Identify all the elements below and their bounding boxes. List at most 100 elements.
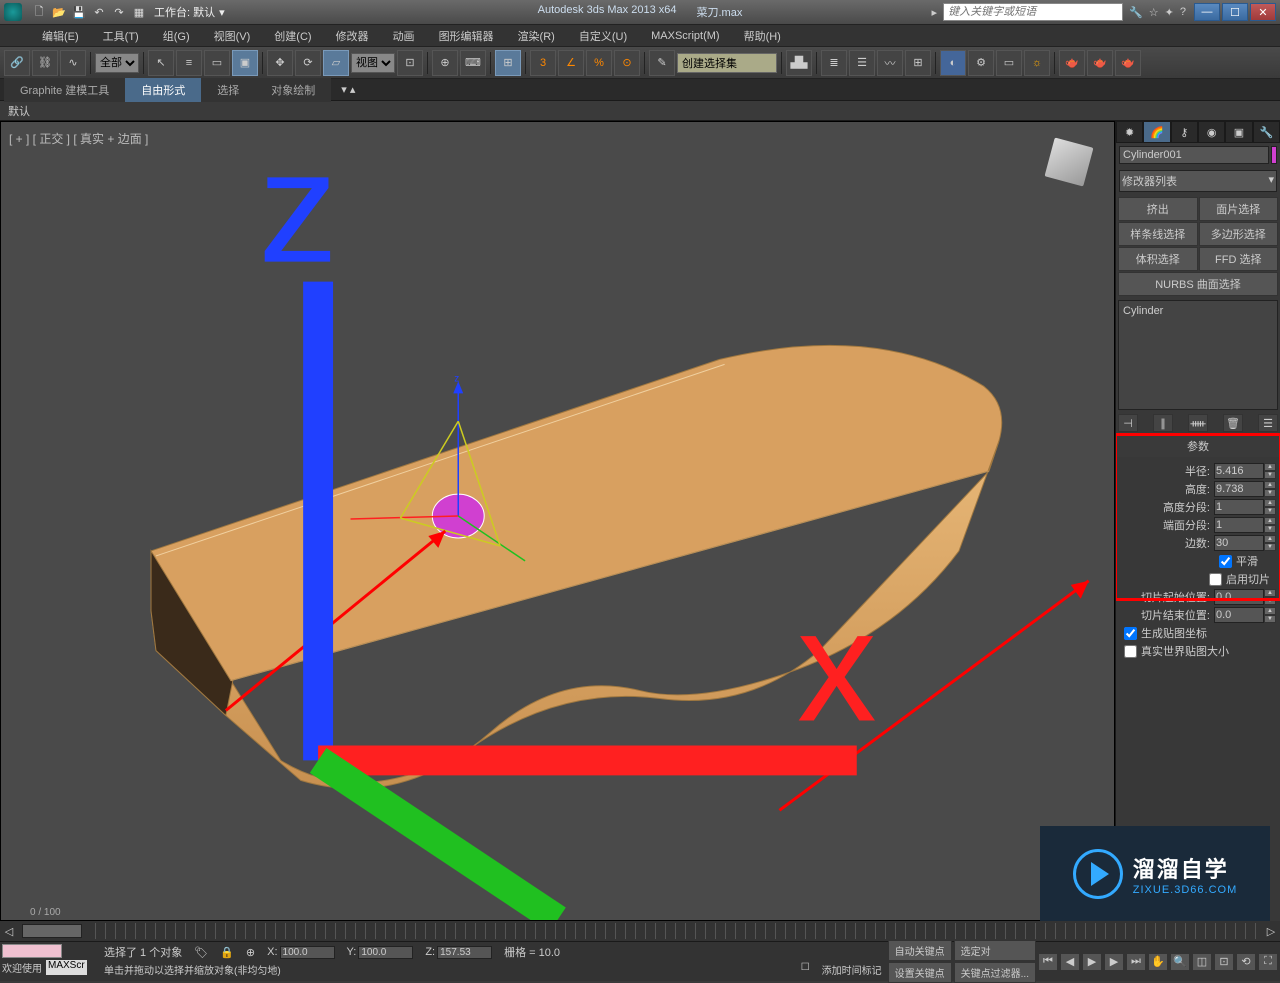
menu-maxscript[interactable]: MAXScript(M) [639, 27, 731, 45]
menu-graph[interactable]: 图形编辑器 [427, 25, 506, 47]
redo-icon[interactable]: ↷ [110, 3, 128, 21]
ffd-select-button[interactable]: FFD 选择 [1199, 247, 1279, 271]
timeline[interactable]: ◁ 0 / 100 ▷ [0, 921, 1280, 941]
mirror-icon[interactable]: ▟▙ [786, 50, 812, 76]
remove-mod-icon[interactable]: 🗑 [1223, 414, 1243, 432]
menu-edit[interactable]: 编辑(E) [30, 25, 91, 47]
tab-freeform[interactable]: 自由形式 [125, 78, 201, 102]
move-icon[interactable]: ✥ [267, 50, 293, 76]
stack-item-cylinder[interactable]: Cylinder [1123, 305, 1273, 317]
object-name-field[interactable] [1119, 146, 1269, 164]
z-coord-field[interactable] [437, 946, 492, 959]
max-viewport-icon[interactable]: ⛶ [1258, 953, 1278, 971]
make-unique-icon[interactable]: ᚔ [1188, 414, 1208, 432]
select-name-icon[interactable]: ≡ [176, 50, 202, 76]
goto-start-icon[interactable]: ⏮ [1038, 953, 1058, 971]
key-filters-button[interactable]: 关键点过滤器... [954, 962, 1036, 983]
lock-selection-icon[interactable]: 🔒 [220, 946, 234, 959]
menu-create[interactable]: 创建(C) [262, 25, 323, 47]
nurbs-select-button[interactable]: NURBS 曲面选择 [1118, 272, 1278, 296]
align-icon[interactable]: ≣ [821, 50, 847, 76]
viewport-label[interactable]: [ + ] [ 正交 ] [ 真实 + 边面 ] [9, 130, 148, 147]
timeline-right-icon[interactable]: ▷ [1262, 925, 1280, 938]
link-icon[interactable]: 🔗 [4, 50, 30, 76]
play-icon[interactable]: ▶ [1082, 953, 1102, 971]
percent-snap-icon[interactable]: % [586, 50, 612, 76]
utilities-tab-icon[interactable]: 🔧 [1253, 121, 1280, 143]
project-icon[interactable]: ▦ [130, 3, 148, 21]
pivot-icon[interactable]: ⊡ [397, 50, 423, 76]
scale-icon[interactable]: ▱ [323, 50, 349, 76]
radius-down[interactable]: ▼ [1264, 471, 1276, 479]
real-world-checkbox[interactable] [1124, 645, 1137, 658]
modifier-stack[interactable]: Cylinder [1118, 300, 1278, 410]
goto-end-icon[interactable]: ⏭ [1126, 953, 1146, 971]
edit-named-sel-icon[interactable]: ✎ [649, 50, 675, 76]
object-color-swatch[interactable] [1271, 146, 1277, 164]
display-tab-icon[interactable]: ▣ [1225, 121, 1252, 143]
y-coord-field[interactable] [358, 946, 413, 959]
material-editor-icon[interactable]: ◐ [940, 50, 966, 76]
tab-object-paint[interactable]: 对象绘制 [255, 78, 331, 102]
snap-toggle-icon[interactable]: ⊞ [495, 50, 521, 76]
spinner-snap-icon[interactable]: ⊙ [614, 50, 640, 76]
maximize-button[interactable]: ☐ [1222, 3, 1248, 21]
menu-views[interactable]: 视图(V) [202, 25, 263, 47]
infocenter-icon-1[interactable]: 🔧 [1129, 6, 1143, 19]
orbit-icon[interactable]: ⟲ [1236, 953, 1256, 971]
show-end-icon[interactable]: ∥ [1153, 414, 1173, 432]
motion-tab-icon[interactable]: ◉ [1198, 121, 1225, 143]
close-button[interactable]: ✕ [1250, 3, 1276, 21]
radius-field[interactable] [1214, 463, 1264, 479]
x-coord-field[interactable] [280, 946, 335, 959]
prev-frame-icon[interactable]: ◀ [1060, 953, 1080, 971]
timeline-ruler[interactable] [86, 923, 1262, 939]
render-setup-icon[interactable]: ⚙ [968, 50, 994, 76]
app-menu-icon[interactable] [4, 3, 22, 21]
zoom-icon[interactable]: 🔍 [1170, 953, 1190, 971]
time-slider[interactable]: 0 / 100 [22, 924, 82, 938]
workspace-selector[interactable]: 工作台: 默认▾ [154, 4, 225, 20]
menu-group[interactable]: 组(G) [151, 25, 202, 47]
configure-sets-icon[interactable]: ☰ [1258, 414, 1278, 432]
create-tab-icon[interactable]: ✹ [1116, 121, 1143, 143]
tab-selection[interactable]: 选择 [201, 78, 255, 102]
menu-animation[interactable]: 动画 [381, 25, 427, 47]
isolate-icon[interactable]: ☐ [801, 962, 810, 977]
hierarchy-tab-icon[interactable]: ⚷ [1171, 121, 1198, 143]
manipulate-icon[interactable]: ⊕ [432, 50, 458, 76]
slice-from-field[interactable] [1214, 589, 1264, 605]
smooth-checkbox[interactable] [1219, 555, 1232, 568]
time-tag-label[interactable]: 添加时间标记 [822, 962, 882, 977]
slice-checkbox[interactable] [1209, 573, 1222, 586]
teapot-2-icon[interactable]: 🫖 [1087, 50, 1113, 76]
menu-rendering[interactable]: 渲染(R) [506, 25, 567, 47]
infocenter-icon-3[interactable]: ✦ [1165, 6, 1174, 19]
infocenter-icon-2[interactable]: ☆ [1149, 6, 1159, 19]
vol-select-button[interactable]: 体积选择 [1118, 247, 1198, 271]
undo-icon[interactable]: ↶ [90, 3, 108, 21]
viewport[interactable]: [ + ] [ 正交 ] [ 真实 + 边面 ] [0, 121, 1115, 921]
new-icon[interactable]: 🗋 [30, 3, 48, 21]
selection-filter[interactable]: 全部 [95, 53, 139, 73]
rotate-icon[interactable]: ⟳ [295, 50, 321, 76]
set-key-button[interactable]: 设置关键点 [888, 962, 952, 983]
ribbon-expand-icon[interactable]: ▾ ▴ [341, 83, 355, 96]
extrude-button[interactable]: 挤出 [1118, 197, 1198, 221]
pan-icon[interactable]: ✋ [1148, 953, 1168, 971]
help-icon[interactable]: ? [1180, 6, 1186, 18]
fov-icon[interactable]: ◫ [1192, 953, 1212, 971]
sides-field[interactable] [1214, 535, 1264, 551]
rendered-frame-icon[interactable]: ▭ [996, 50, 1022, 76]
rollout-header[interactable]: 参数 [1116, 435, 1280, 457]
poly-select-button[interactable]: 多边形选择 [1199, 222, 1279, 246]
schematic-icon[interactable]: ⊞ [905, 50, 931, 76]
auto-key-button[interactable]: 自动关键点 [888, 940, 952, 961]
select-icon[interactable]: ↖ [148, 50, 174, 76]
hseg-field[interactable] [1214, 499, 1264, 515]
next-frame-icon[interactable]: ▶ [1104, 953, 1124, 971]
snap-3-icon[interactable]: 3 [530, 50, 556, 76]
spline-select-button[interactable]: 样条线选择 [1118, 222, 1198, 246]
angle-snap-icon[interactable]: ∠ [558, 50, 584, 76]
minimize-button[interactable]: — [1194, 3, 1220, 21]
